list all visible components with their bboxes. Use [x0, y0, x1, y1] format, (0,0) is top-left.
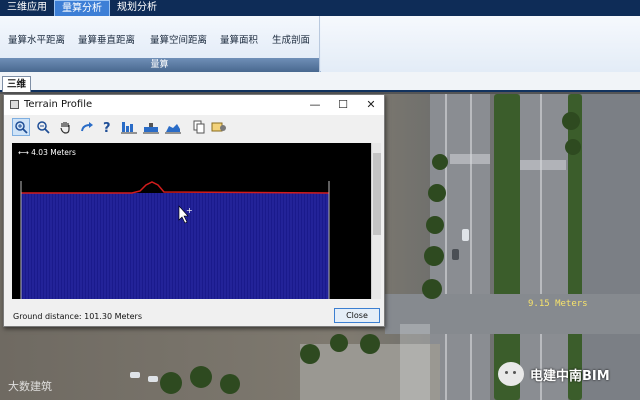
- wechat-icon: [498, 362, 524, 386]
- car: [452, 249, 459, 260]
- profile-graph: +: [20, 181, 330, 299]
- zoom-out-icon[interactable]: [34, 118, 52, 136]
- tree: [562, 112, 580, 130]
- measure-label: 9.15 Meters: [528, 299, 588, 309]
- crosswalk: [400, 324, 430, 400]
- measure-vertical-distance-button[interactable]: 量算垂直距离: [78, 32, 135, 46]
- measure-horizontal-distance-button[interactable]: 量算水平距离: [8, 32, 65, 46]
- car: [130, 372, 140, 378]
- median-greenbelt: [494, 94, 520, 400]
- tree: [428, 184, 446, 202]
- car: [462, 229, 469, 241]
- tree: [426, 216, 444, 234]
- scale-bar-icon: ⟷: [18, 148, 29, 157]
- tree: [424, 246, 444, 266]
- scale-value: 4.03 Meters: [31, 148, 76, 157]
- watermark-left: 大数建筑: [8, 380, 52, 393]
- car: [148, 376, 158, 382]
- ribbon-group-measure: 量算水平距离 量算垂直距离 量算空间距离 量算面积 生成剖面 量算: [0, 16, 320, 72]
- tree: [432, 154, 448, 170]
- crosswalk: [520, 160, 566, 170]
- profile-chart-icon[interactable]: [120, 118, 138, 136]
- tree: [190, 366, 212, 388]
- tree: [422, 279, 442, 299]
- scale-label: ⟷ 4.03 Meters: [18, 148, 76, 157]
- tree: [565, 139, 581, 155]
- export-image-icon[interactable]: [210, 118, 228, 136]
- profile-toolbar: ?: [4, 115, 384, 139]
- help-icon[interactable]: ?: [98, 118, 116, 136]
- document-tab-bar: 三维: [0, 72, 640, 92]
- generate-profile-button[interactable]: 生成剖面: [272, 32, 310, 46]
- tree: [330, 334, 348, 352]
- profile-elevation-line: [21, 181, 330, 194]
- zoom-in-icon[interactable]: [12, 118, 30, 136]
- menu-bar: 三维应用 量算分析 规划分析: [0, 0, 640, 16]
- measure-spatial-distance-button[interactable]: 量算空间距离: [150, 32, 207, 46]
- menu-tab-planning-analysis[interactable]: 规划分析: [110, 0, 164, 16]
- plot-scrollbar[interactable]: [371, 143, 381, 299]
- tree: [220, 374, 240, 394]
- profile-area-icon[interactable]: [164, 118, 182, 136]
- pan-hand-icon[interactable]: [56, 118, 74, 136]
- minimize-button[interactable]: —: [304, 97, 326, 113]
- maximize-button[interactable]: ☐: [332, 97, 354, 113]
- tab-3d-view[interactable]: 三维: [2, 76, 32, 92]
- ribbon-empty-area: [321, 16, 640, 72]
- tree: [300, 344, 320, 364]
- menu-tab-3d-apps[interactable]: 三维应用: [0, 0, 54, 16]
- lane-marking: [540, 94, 542, 400]
- profile-line-icon[interactable]: [142, 118, 160, 136]
- svg-text:?: ?: [103, 121, 111, 134]
- window-title: Terrain Profile: [24, 99, 93, 110]
- watermark-right: 电建中南BIM: [498, 362, 610, 386]
- measure-area-button[interactable]: 量算面积: [220, 32, 258, 46]
- side-road: [582, 94, 640, 400]
- redo-arrow-icon[interactable]: [78, 118, 96, 136]
- close-window-button[interactable]: ✕: [360, 97, 382, 113]
- crosswalk: [450, 154, 490, 164]
- tree: [360, 334, 380, 354]
- window-titlebar[interactable]: Terrain Profile — ☐ ✕: [4, 95, 384, 115]
- main-road: [520, 94, 568, 400]
- close-button[interactable]: Close: [334, 308, 380, 323]
- scrollbar-thumb[interactable]: [373, 153, 381, 235]
- ribbon-group-label: 量算: [0, 58, 319, 72]
- menu-tab-measure-analysis[interactable]: 量算分析: [54, 0, 110, 16]
- terrain-profile-plot[interactable]: ⟷ 4.03 Meters +: [12, 143, 371, 299]
- copy-icon[interactable]: [190, 118, 208, 136]
- watermark-right-text: 电建中南BIM: [530, 368, 610, 384]
- lane-marking: [445, 94, 447, 400]
- lane-marking: [470, 94, 472, 400]
- ground-distance: Ground distance: 101.30 Meters: [13, 312, 142, 321]
- svg-text:+: +: [186, 206, 193, 215]
- ribbon: 量算水平距离 量算垂直距离 量算空间距离 量算面积 生成剖面 量算: [0, 16, 640, 72]
- terrain-profile-window: Terrain Profile — ☐ ✕ ? ⟷ 4.03 Meters + …: [3, 94, 385, 327]
- tree: [160, 372, 182, 394]
- app-icon: [10, 100, 19, 109]
- profile-fill: [21, 193, 329, 299]
